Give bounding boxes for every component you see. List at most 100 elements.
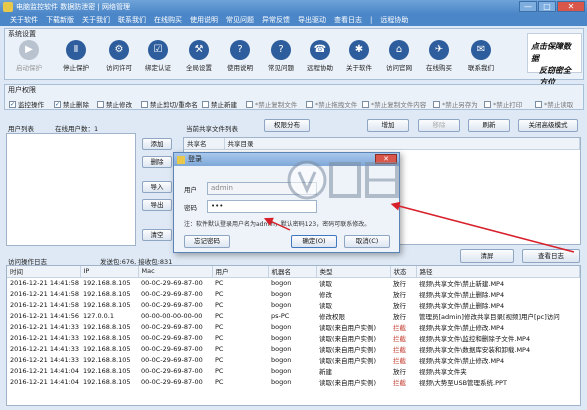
table-row[interactable]: 2016-12-21 14:41:58 192.168.8.105 00-0C-29…: [7, 299, 580, 310]
log-cell: 192.168.8.105: [83, 278, 131, 287]
username-field[interactable]: admin: [207, 182, 317, 195]
toolbar-button-7[interactable]: ☎ 远程协助: [301, 40, 339, 72]
user-field-label: 用户: [184, 186, 197, 194]
login-dialog: 登录 ✕ 用户 admin 密码 ••• 注：软件默认登录用户名为admin，默…: [173, 152, 400, 253]
log-cell: 放行: [393, 367, 406, 376]
log-cell: 视频\共享文件\禁止删除.MP4: [419, 301, 505, 310]
logo-line-1: 点击保障数据: [531, 41, 571, 63]
permission-checkbox-8[interactable]: *禁止另存为: [433, 99, 478, 109]
forgot-password-button[interactable]: 忘记密码: [184, 235, 230, 248]
toolbar-button-11[interactable]: ✉ 联系我们: [462, 40, 500, 72]
maximize-button[interactable]: □: [538, 1, 556, 12]
menu-item-1[interactable]: 下载新版: [42, 14, 78, 26]
toolbar-button-10[interactable]: ✈ 在线购买: [420, 40, 458, 72]
share-col-name: 共享名: [184, 138, 225, 150]
permission-label: *禁止拖拽文件: [315, 101, 358, 109]
table-row[interactable]: 2016-12-21 14:41:58 192.168.8.105 00-0C-29…: [7, 277, 580, 288]
permission-checkbox-9[interactable]: *禁止打印: [484, 99, 522, 109]
view-log-button[interactable]: 查看日志: [522, 249, 580, 263]
table-row[interactable]: 2016-12-21 14:41:33 192.168.8.105 00-0C-29…: [7, 354, 580, 365]
clear-users-button[interactable]: 清空: [142, 229, 172, 241]
close-button[interactable]: ✕: [557, 1, 585, 12]
permission-checkbox-3[interactable]: 禁止剪切/重命名: [141, 99, 198, 109]
add-user-button[interactable]: 添加: [142, 138, 172, 150]
toolbar-icon-4: ⚒: [189, 40, 209, 60]
log-cell: 读取(来自用户实例): [319, 334, 377, 343]
log-col-type: 类型: [316, 266, 391, 278]
menu-item-3[interactable]: 联系我们: [114, 14, 150, 26]
log-cell: 00-0C-29-69-87-00: [141, 278, 203, 287]
permission-checkbox-7[interactable]: *禁止复制文件内容: [362, 99, 426, 109]
log-col-user: 用户: [212, 266, 269, 278]
log-cell: 00-0C-29-69-87-00: [141, 289, 203, 298]
clear-screen-button[interactable]: 清屏: [460, 249, 514, 263]
menu-item-9[interactable]: 查看日志: [330, 14, 366, 26]
import-users-button[interactable]: 导入: [142, 181, 172, 193]
checkbox-icon: [433, 100, 440, 108]
toolbar-label-5: 使用说明: [227, 64, 253, 72]
minimize-button[interactable]: —: [519, 1, 537, 12]
remove-share-button[interactable]: 移除: [418, 119, 460, 132]
advanced-mode-button[interactable]: 关闭高级模式: [518, 119, 578, 132]
permission-label: *禁止打印: [493, 101, 523, 109]
permission-label: 禁止删除: [63, 101, 89, 109]
permission-checkbox-6[interactable]: *禁止拖拽文件: [306, 99, 357, 109]
log-cell: 读取(来自用户实例): [319, 378, 377, 387]
toolbar-button-2[interactable]: ⚙ 访问许可: [100, 40, 138, 72]
toolbar-button-1[interactable]: Ⅱ 停止保护: [57, 40, 95, 72]
menu-item-6[interactable]: 常见问题: [222, 14, 258, 26]
table-row[interactable]: 2016-12-21 14:41:58 192.168.8.105 00-0C-29…: [7, 288, 580, 299]
log-cell: 拦截: [393, 323, 406, 332]
toolbar-button-8[interactable]: ✱ 关于软件: [340, 40, 378, 72]
table-row[interactable]: 2016-12-21 14:41:33 192.168.8.105 00-0C-29…: [7, 332, 580, 343]
checkbox-icon: ✓: [54, 100, 61, 108]
permission-checkbox-10[interactable]: *禁止读取: [535, 99, 573, 109]
add-share-button[interactable]: 增加: [367, 119, 409, 132]
menu-item-11[interactable]: 远程协助: [376, 14, 412, 26]
menu-item-5[interactable]: 使用说明: [186, 14, 222, 26]
permission-checkbox-4[interactable]: 禁止新建: [202, 99, 237, 109]
brand-logo: 点击保障数据 反窃密全方位: [527, 33, 582, 87]
user-list[interactable]: [6, 133, 136, 246]
share-col-dir: 共享目录: [224, 138, 580, 150]
log-cell: bogon: [271, 333, 292, 342]
toolbar-button-5[interactable]: ? 使用说明: [221, 40, 259, 72]
log-cell: ps-PC: [271, 311, 290, 320]
toolbar-button-4[interactable]: ⚒ 全局设置: [180, 40, 218, 72]
table-row[interactable]: 2016-12-21 14:41:04 192.168.8.105 00-0C-29…: [7, 376, 580, 387]
menu-item-8[interactable]: 导出驱动: [294, 14, 330, 26]
menu-item-7[interactable]: 异常反馈: [258, 14, 294, 26]
export-users-button[interactable]: 导出: [142, 199, 172, 211]
log-cell: 视频\共享文件\监控和删除子文件.MP4: [419, 334, 531, 343]
log-cell: 192.168.8.105: [83, 377, 131, 386]
table-row[interactable]: 2016-12-21 14:41:33 192.168.8.105 00-0C-29…: [7, 321, 580, 332]
cancel-button[interactable]: 取消(C): [344, 235, 390, 248]
log-cell: 修改: [319, 290, 332, 299]
remove-user-button[interactable]: 删除: [142, 156, 172, 168]
table-row[interactable]: 2016-12-21 14:41:04 192.168.8.105 00-0C-29…: [7, 365, 580, 376]
menu-item-4[interactable]: 在线购买: [150, 14, 186, 26]
table-row[interactable]: 2016-12-21 14:41:33 192.168.8.105 00-0C-29…: [7, 343, 580, 354]
log-cell: 新建: [319, 367, 332, 376]
log-cell: bogon: [271, 278, 292, 287]
menu-item-2[interactable]: 关于我们: [78, 14, 114, 26]
toolbar-label-1: 停止保护: [63, 64, 89, 72]
log-cell: PC: [215, 333, 224, 342]
permission-checkbox-5[interactable]: *禁止复制文件: [246, 99, 297, 109]
permission-checkbox-0[interactable]: ✓ 监控操作: [9, 99, 44, 109]
toolbar-button-9[interactable]: ⌂ 访问官网: [380, 40, 418, 72]
menu-item-0[interactable]: 关于软件: [6, 14, 42, 26]
toolbar-icon-3: ☑: [148, 40, 168, 60]
toolbar-button-0[interactable]: ▶ 启动保护: [10, 40, 48, 72]
table-row[interactable]: 2016-12-21 14:41:56 127.0.0.1 00-00-00-00-…: [7, 310, 580, 321]
password-field[interactable]: •••: [207, 200, 317, 213]
refresh-button[interactable]: 刷新: [468, 119, 510, 132]
permission-checkbox-1[interactable]: ✓ 禁止删除: [54, 99, 89, 109]
log-cell: 放行: [393, 312, 406, 321]
ok-button[interactable]: 确定(O): [291, 235, 337, 248]
permission-distribution-button[interactable]: 权限分布: [264, 119, 310, 132]
permission-checkbox-2[interactable]: 禁止修改: [97, 99, 132, 109]
toolbar-button-6[interactable]: ? 常见问题: [262, 40, 300, 72]
toolbar-button-3[interactable]: ☑ 绑定认证: [139, 40, 177, 72]
dialog-close-button[interactable]: ✕: [375, 154, 397, 164]
